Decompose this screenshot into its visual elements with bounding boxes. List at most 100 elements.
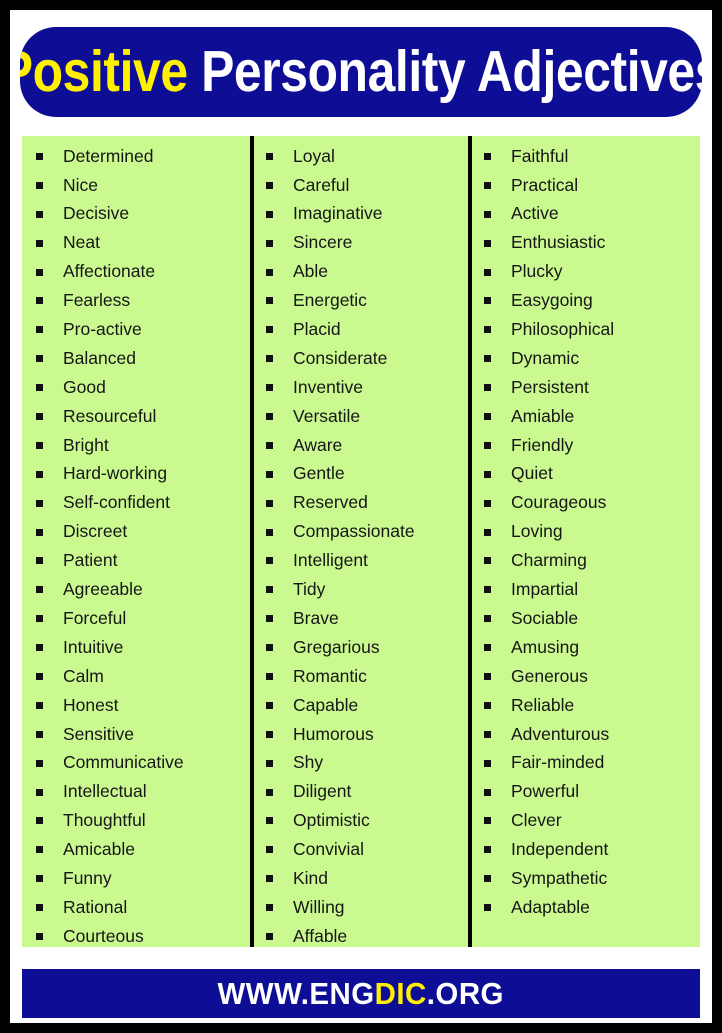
- square-bullet-icon: [266, 268, 273, 276]
- title-banner: Positive Personality Adjectives: [20, 27, 702, 117]
- adjective-label: Faithful: [511, 145, 569, 166]
- list-item: Sensitive: [22, 720, 250, 749]
- adjective-label: Kind: [293, 867, 329, 888]
- square-bullet-icon: [36, 268, 43, 276]
- list-item: Reserved: [254, 489, 468, 518]
- square-bullet-icon: [484, 268, 491, 276]
- adjective-label: Calm: [63, 665, 104, 686]
- list-item: Clever: [472, 806, 700, 835]
- square-bullet-icon: [36, 412, 43, 420]
- list-item: Good: [22, 373, 250, 402]
- adjective-label: Determined: [63, 145, 154, 166]
- adjective-label: Courageous: [511, 492, 607, 513]
- adjective-label: Philosophical: [511, 319, 615, 340]
- page-title-accent-word: Positive: [20, 39, 188, 104]
- square-bullet-icon: [484, 788, 491, 796]
- list-item: Romantic: [254, 662, 468, 691]
- list-item: Pro-active: [22, 315, 250, 344]
- adjective-label: Easygoing: [511, 290, 593, 311]
- square-bullet-icon: [266, 672, 273, 680]
- square-bullet-icon: [266, 441, 273, 449]
- adjective-label: Versatile: [293, 405, 361, 426]
- list-item: Kind: [254, 864, 468, 893]
- square-bullet-icon: [484, 384, 491, 392]
- list-item: Decisive: [22, 200, 250, 229]
- adjective-label: Fair-minded: [511, 752, 605, 773]
- adjective-label: Loyal: [293, 145, 335, 166]
- square-bullet-icon: [36, 788, 43, 796]
- adjective-label: Good: [63, 376, 106, 397]
- adjective-label: Compassionate: [293, 521, 415, 542]
- adjectives-column-2: Loyal Careful Imaginative Sincere Able E…: [250, 136, 468, 947]
- adjective-label: Brave: [293, 607, 339, 628]
- adjective-label: Impartial: [511, 579, 579, 600]
- list-item: Gregarious: [254, 633, 468, 662]
- square-bullet-icon: [266, 817, 273, 825]
- square-bullet-icon: [266, 586, 273, 594]
- square-bullet-icon: [484, 297, 491, 305]
- poster: Positive Personality Adjectives Determin…: [0, 0, 722, 1033]
- list-item: Loving: [472, 518, 700, 547]
- adjective-label: Balanced: [63, 347, 136, 368]
- square-bullet-icon: [484, 644, 491, 652]
- adjective-label: Self-confident: [63, 492, 171, 513]
- square-bullet-icon: [266, 701, 273, 709]
- adjective-label: Active: [511, 203, 559, 224]
- square-bullet-icon: [484, 846, 491, 854]
- square-bullet-icon: [484, 557, 491, 565]
- adjective-label: Affable: [293, 925, 348, 946]
- square-bullet-icon: [266, 297, 273, 305]
- adjective-label: Sincere: [293, 232, 353, 253]
- list-item: Sympathetic: [472, 864, 700, 893]
- adjective-label: Intelligent: [293, 550, 368, 571]
- adjective-label: Romantic: [293, 665, 367, 686]
- list-item: Gentle: [254, 460, 468, 489]
- adjective-label: Gregarious: [293, 636, 380, 657]
- square-bullet-icon: [266, 528, 273, 536]
- list-item: Affectionate: [22, 258, 250, 287]
- list-item: Loyal: [254, 142, 468, 171]
- list-item: Sincere: [254, 229, 468, 258]
- adjective-label: Independent: [511, 839, 609, 860]
- adjective-label: Amicable: [63, 839, 135, 860]
- list-item: Resourceful: [22, 402, 250, 431]
- square-bullet-icon: [266, 730, 273, 738]
- adjective-label: Imaginative: [293, 203, 383, 224]
- adjective-label: Tidy: [293, 579, 326, 600]
- square-bullet-icon: [484, 441, 491, 449]
- square-bullet-icon: [266, 326, 273, 334]
- list-item: Adaptable: [472, 893, 700, 922]
- adjective-label: Funny: [63, 867, 112, 888]
- adjective-label: Able: [293, 261, 329, 282]
- adjective-label: Convivial: [293, 839, 364, 860]
- list-item: Bright: [22, 431, 250, 460]
- list-item: Intellectual: [22, 778, 250, 807]
- list-item: Brave: [254, 604, 468, 633]
- list-item: Intuitive: [22, 633, 250, 662]
- square-bullet-icon: [266, 846, 273, 854]
- adjective-label: Enthusiastic: [511, 232, 606, 253]
- square-bullet-icon: [36, 932, 43, 940]
- square-bullet-icon: [36, 644, 43, 652]
- adjective-label: Persistent: [511, 376, 589, 397]
- list-item: Hard-working: [22, 460, 250, 489]
- square-bullet-icon: [266, 759, 273, 767]
- list-item: Inventive: [254, 373, 468, 402]
- adjective-label: Friendly: [511, 434, 574, 455]
- list-item: Reliable: [472, 691, 700, 720]
- square-bullet-icon: [266, 470, 273, 478]
- square-bullet-icon: [36, 615, 43, 623]
- adjective-label: Plucky: [511, 261, 563, 282]
- square-bullet-icon: [484, 528, 491, 536]
- adjective-label: Dynamic: [511, 347, 580, 368]
- square-bullet-icon: [266, 644, 273, 652]
- square-bullet-icon: [484, 875, 491, 883]
- list-item: Calm: [22, 662, 250, 691]
- square-bullet-icon: [484, 210, 491, 218]
- list-item: Considerate: [254, 344, 468, 373]
- adjective-label: Quiet: [511, 463, 553, 484]
- list-item: Charming: [472, 546, 700, 575]
- list-item: Adventurous: [472, 720, 700, 749]
- list-item: Faithful: [472, 142, 700, 171]
- list-item: Fair-minded: [472, 749, 700, 778]
